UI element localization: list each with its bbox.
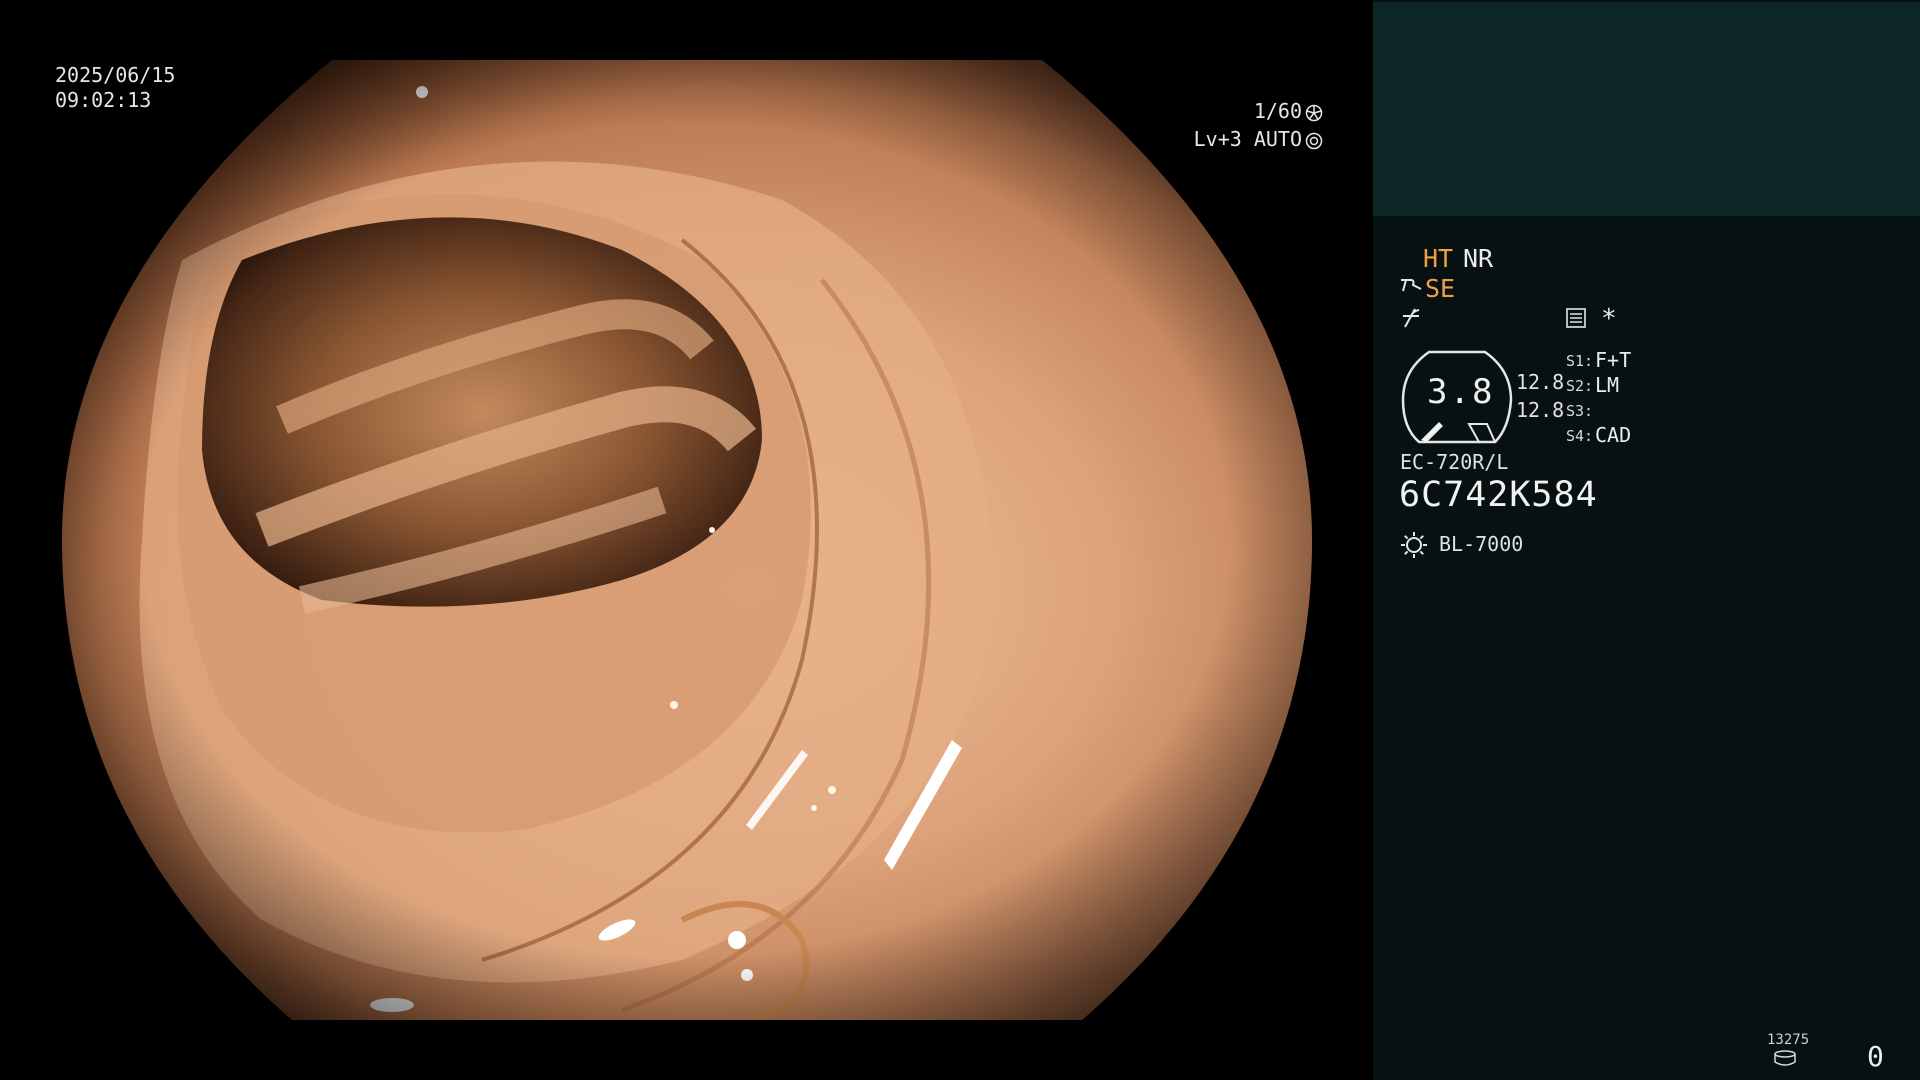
light-source-icon (1401, 532, 1427, 558)
reading-b: 12.8 (1516, 398, 1565, 422)
storage-disk-icon (1774, 1050, 1796, 1066)
iris-icon (1305, 132, 1323, 149)
capture-time: 09:02:13 (55, 88, 152, 112)
capture-date: 2025/06/15 (55, 63, 176, 87)
storage-counter: 13275 (1767, 1032, 1810, 1048)
preview-area (1373, 2, 1920, 216)
switch-2-label: S2: (1566, 377, 1594, 395)
switch-2-value: LM (1595, 373, 1620, 397)
switch-1-label: S1: (1566, 352, 1594, 370)
endoscope-view: 2025/06/15 09:02:13 1/60 Lv+3 AUTO (0, 0, 1373, 1080)
enhancement-icon (1401, 278, 1422, 292)
aperture-icon (1305, 104, 1323, 121)
info-panel: HT NR SE * 3.8 12.8 12.8 S1: F+T S2: LM … (1373, 0, 1920, 1080)
endoscopy-monitor: 2025/06/15 09:02:13 1/60 Lv+3 AUTO HT NR… (0, 0, 1920, 1080)
scope-serial: 6C742K584 (1399, 475, 1598, 515)
image-count: 0 (1867, 1040, 1884, 1073)
switch-3-label: S3: (1566, 402, 1594, 420)
switch-4-label: S4: (1566, 427, 1594, 445)
filter-icon (1403, 308, 1420, 328)
shutter-speed: 1/60 (1254, 99, 1323, 124)
switch-1-value: F+T (1595, 348, 1632, 372)
list-menu-icon (1566, 308, 1586, 328)
gauge-value: 3.8 (1427, 372, 1495, 412)
se-mode: SE (1425, 274, 1456, 303)
brightness-level-value: Lv+3 AUTO (1193, 127, 1302, 151)
colon-lumen-image (62, 60, 1312, 1020)
switch-4-value: CAD (1595, 423, 1632, 447)
ht-mode: HT (1423, 244, 1454, 273)
brightness-level: Lv+3 AUTO (1194, 127, 1323, 152)
scope-model: EC-720R/L (1400, 450, 1509, 474)
star-marker: * (1601, 304, 1617, 334)
light-source-model: BL-7000 (1439, 532, 1524, 556)
reading-a: 12.8 (1516, 370, 1565, 394)
nr-mode: NR (1463, 244, 1494, 273)
shutter-speed-value: 1/60 (1253, 99, 1302, 123)
